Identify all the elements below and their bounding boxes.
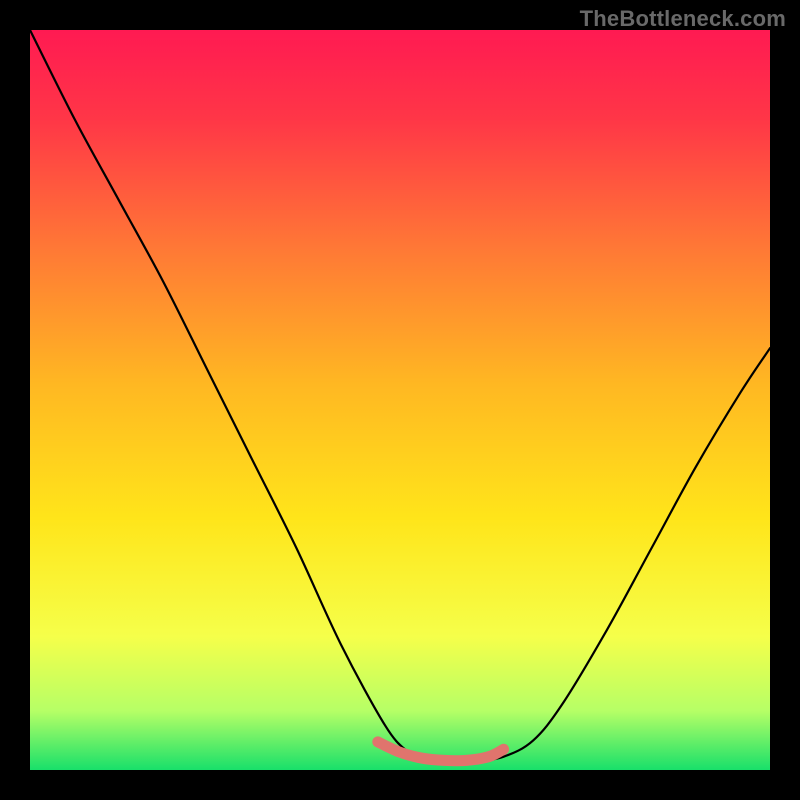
plot-area [30,30,770,770]
watermark-text: TheBottleneck.com [580,6,786,32]
heat-gradient [30,30,770,770]
chart-svg [30,30,770,770]
chart-frame: TheBottleneck.com [0,0,800,800]
